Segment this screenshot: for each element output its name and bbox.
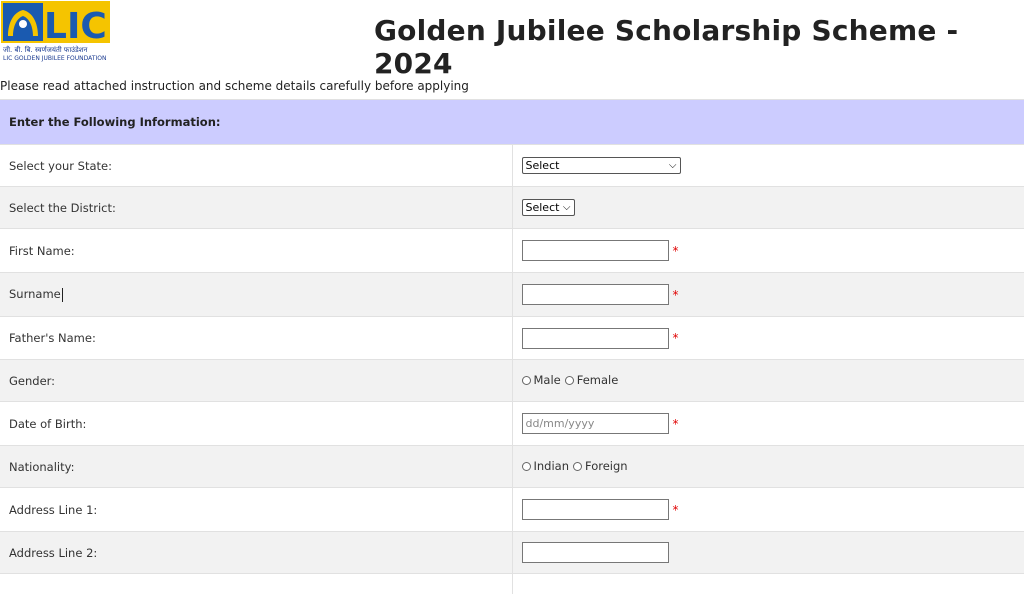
registration-form: Enter the Following Information: Select …	[0, 99, 1024, 594]
district-row: Select the District: Select ⌵	[0, 186, 1024, 229]
gender-option-female[interactable]: Female	[564, 373, 618, 387]
nationality-radio-group: Indian Foreign	[521, 459, 632, 473]
father-name-input[interactable]	[521, 327, 669, 349]
nationality-row: Nationality: Indian Foreign	[0, 445, 1024, 488]
radio-icon[interactable]	[521, 461, 531, 471]
state-row: Select your State: Select ⌵	[0, 144, 1024, 187]
lic-logo: LIC जी. बी. बि. स्वर्णजयंती फाउंडेशन LIC…	[0, 0, 111, 62]
first-name-label: First Name:	[0, 228, 513, 273]
surname-row: Surname *	[0, 272, 1024, 317]
first-name-input[interactable]	[521, 240, 669, 261]
address2-row: Address Line 2:	[0, 531, 1024, 574]
text-cursor	[61, 287, 63, 302]
district-select[interactable]: Select ⌵	[521, 199, 575, 216]
nationality-label: Nationality:	[0, 445, 513, 488]
dob-row: Date of Birth: dd/mm/yyyy *	[0, 401, 1024, 446]
instruction-text: Please read attached instruction and sch…	[0, 79, 469, 93]
dob-label: Date of Birth:	[0, 401, 513, 446]
state-select-value: Select	[525, 159, 560, 172]
father-name-label: Father's Name:	[0, 316, 513, 360]
first-name-row: First Name: *	[0, 228, 1024, 273]
address1-row: Address Line 1: *	[0, 487, 1024, 532]
dob-input[interactable]: dd/mm/yyyy	[521, 413, 669, 434]
radio-icon[interactable]	[573, 461, 583, 471]
chevron-down-icon: ⌵	[668, 160, 677, 171]
nationality-option-indian[interactable]: Indian	[521, 459, 569, 473]
radio-icon[interactable]	[564, 375, 574, 385]
form-heading-row: Enter the Following Information:	[0, 99, 1024, 145]
father-name-row: Father's Name: *	[0, 316, 1024, 360]
page-title: Golden Jubilee Scholarship Scheme - 2024	[374, 14, 959, 80]
required-marker: *	[672, 331, 679, 345]
district-select-value: Select	[525, 201, 560, 214]
logo-hindi-text: जी. बी. बि. स्वर्णजयंती फाउंडेशन	[3, 45, 87, 54]
gender-radio-group: Male Female	[521, 373, 623, 387]
district-label: Select the District:	[0, 186, 513, 229]
address2-input[interactable]	[521, 542, 669, 563]
form-heading: Enter the Following Information:	[0, 99, 1024, 145]
required-marker: *	[672, 416, 679, 431]
logo-text: LIC	[44, 6, 107, 47]
page-header: LIC जी. बी. बि. स्वर्णजयंती फाउंडेशन LIC…	[0, 0, 1024, 80]
surname-input[interactable]	[521, 284, 669, 305]
address2-label: Address Line 2:	[0, 531, 513, 574]
address1-label: Address Line 1:	[0, 487, 513, 532]
chevron-down-icon: ⌵	[562, 202, 571, 213]
state-select[interactable]: Select ⌵	[521, 157, 681, 174]
required-marker: *	[672, 502, 679, 517]
state-label: Select your State:	[0, 144, 513, 187]
required-marker: *	[672, 243, 679, 258]
next-row	[0, 573, 1024, 594]
gender-row: Gender: Male Female	[0, 359, 1024, 402]
gender-label: Gender:	[0, 359, 513, 402]
address1-input[interactable]	[521, 499, 669, 520]
radio-icon[interactable]	[521, 375, 531, 385]
required-marker: *	[672, 287, 679, 302]
nationality-option-foreign[interactable]: Foreign	[573, 459, 628, 473]
surname-label: Surname	[9, 287, 61, 302]
logo-foundation-text: LIC GOLDEN JUBILEE FOUNDATION	[3, 55, 106, 62]
gender-option-male[interactable]: Male	[521, 373, 561, 387]
